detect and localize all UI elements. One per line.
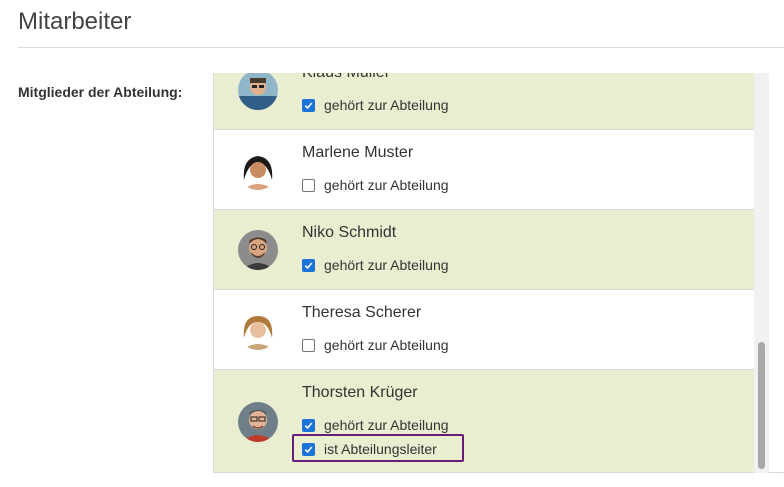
title-divider (18, 47, 784, 48)
member-name: Marlene Muster (302, 144, 414, 161)
member-checkbox-row: gehört zur Abteilung (302, 417, 449, 433)
avatar (238, 402, 278, 442)
member-row: Thorsten Krüger gehört zur Abteilung ist… (214, 370, 755, 472)
avatar (238, 73, 278, 110)
member-row: Klaus Müller gehört zur Abteilung (214, 73, 755, 130)
belongs-checkbox[interactable] (302, 258, 315, 272)
members-field-label: Mitglieder der Abteilung: (18, 84, 183, 100)
member-name: Theresa Scherer (302, 304, 422, 321)
belongs-checkbox-label[interactable]: gehört zur Abteilung (324, 177, 449, 193)
belongs-checkbox[interactable] (302, 338, 315, 352)
head-checkbox-row: ist Abteilungsleiter (302, 441, 437, 457)
member-name: Klaus Müller (302, 73, 390, 82)
belongs-checkbox[interactable] (302, 178, 315, 192)
member-row: Marlene Muster gehört zur Abteilung (214, 130, 755, 210)
belongs-checkbox-label[interactable]: gehört zur Abteilung (324, 417, 449, 433)
member-row: Niko Schmidt gehört zur Abteilung (214, 210, 755, 290)
avatar (238, 150, 278, 190)
department-head-checkbox-label[interactable]: ist Abteilungsleiter (324, 441, 437, 457)
belongs-checkbox-label[interactable]: gehört zur Abteilung (324, 97, 449, 113)
avatar (238, 230, 278, 270)
member-row: Theresa Scherer gehört zur Abteilung (214, 290, 755, 370)
member-checkbox-row: gehört zur Abteilung (302, 177, 449, 193)
department-head-checkbox[interactable] (302, 442, 315, 456)
belongs-checkbox[interactable] (302, 418, 315, 432)
belongs-checkbox[interactable] (302, 98, 315, 112)
avatar (238, 310, 278, 350)
member-checkbox-row: gehört zur Abteilung (302, 257, 449, 273)
members-list-panel[interactable]: Klaus Müller gehört zur Abteilung Marlen (213, 73, 784, 473)
page-title: Mitarbeiter (18, 8, 132, 35)
member-checkbox-row: gehört zur Abteilung (302, 337, 449, 353)
members-list: Klaus Müller gehört zur Abteilung Marlen (214, 73, 755, 472)
belongs-checkbox-label[interactable]: gehört zur Abteilung (324, 257, 449, 273)
belongs-checkbox-label[interactable]: gehört zur Abteilung (324, 337, 449, 353)
members-scrollbar-thumb[interactable] (758, 342, 765, 469)
member-name: Thorsten Krüger (302, 384, 418, 401)
member-checkbox-row: gehört zur Abteilung (302, 97, 449, 113)
member-name: Niko Schmidt (302, 224, 397, 241)
